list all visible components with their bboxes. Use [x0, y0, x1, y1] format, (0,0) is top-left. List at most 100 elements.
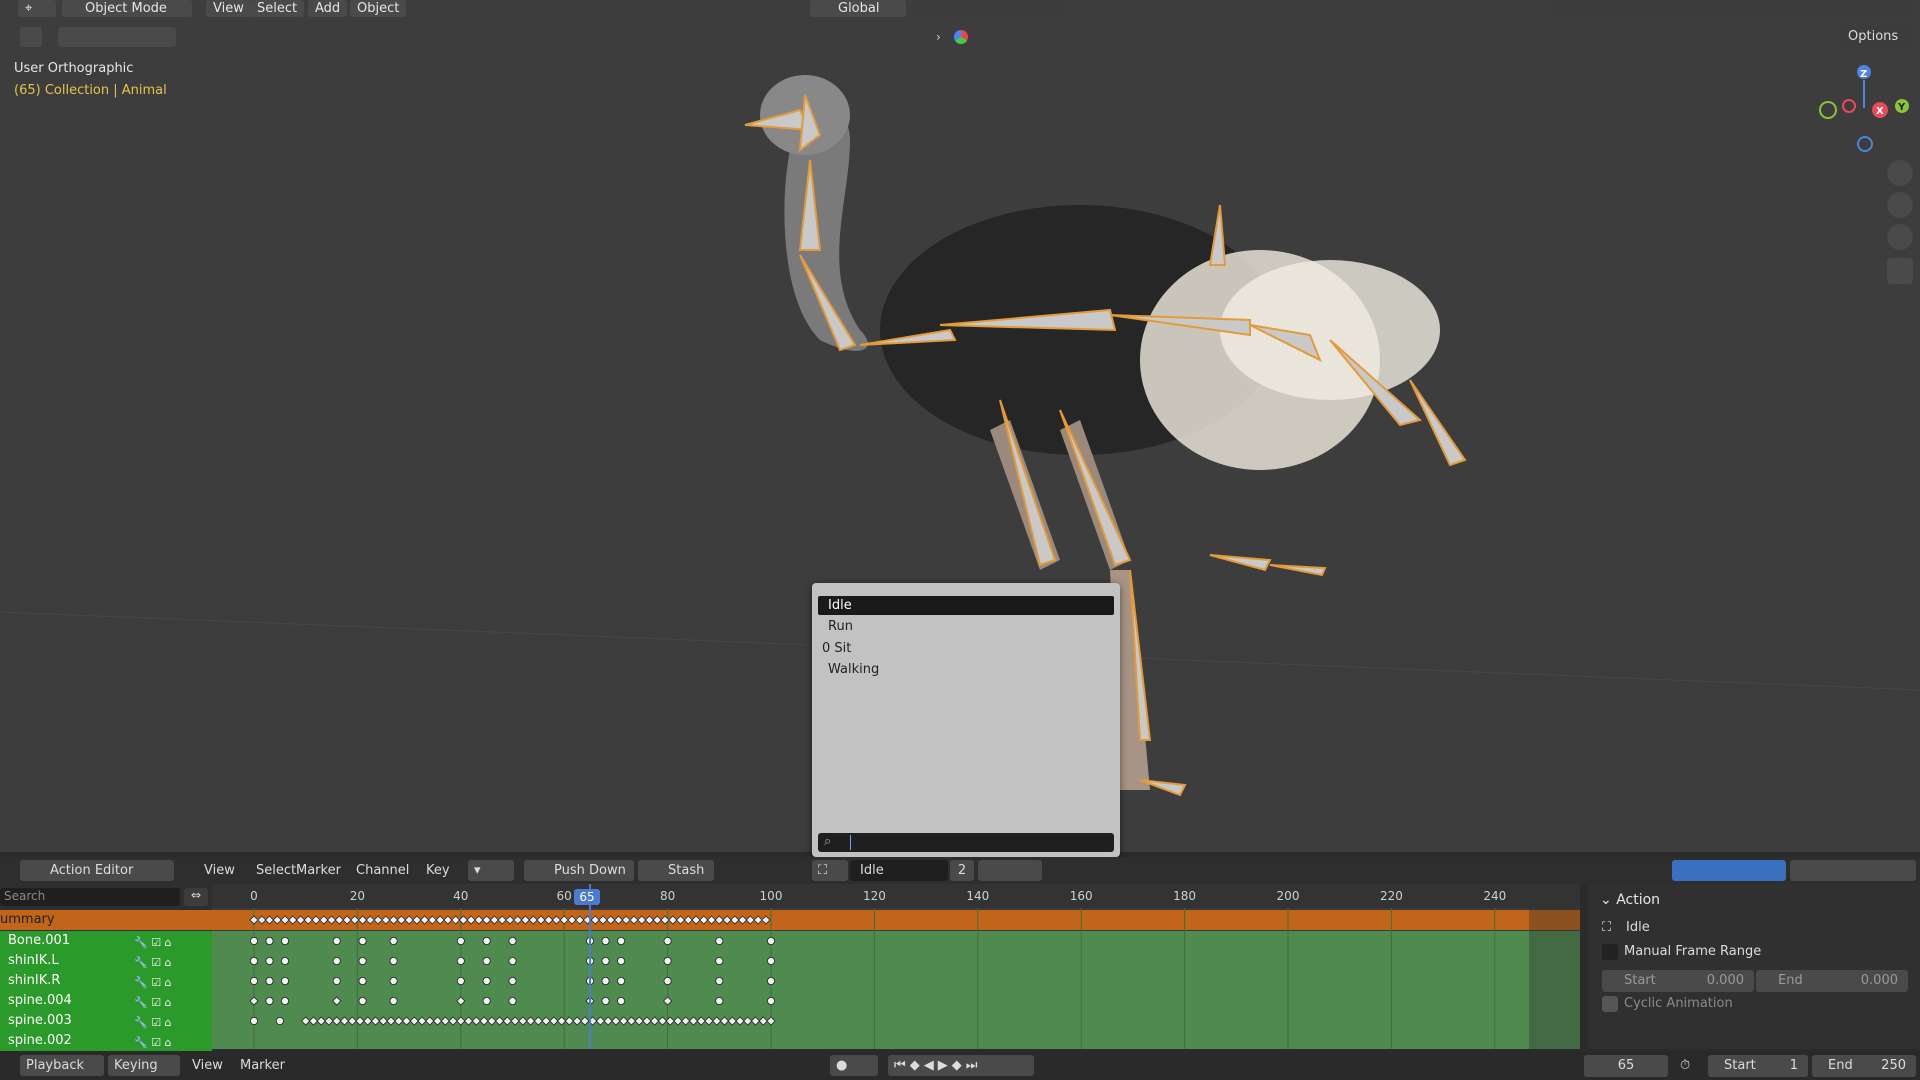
end-frame-field[interactable]: End 0.000 — [1756, 970, 1908, 992]
action-search-field[interactable]: ⌕ — [818, 833, 1114, 852]
keyframe-marker[interactable] — [456, 977, 465, 986]
action-browse-icon[interactable]: ⛶ — [812, 860, 848, 881]
keyframe-marker[interactable] — [767, 937, 776, 946]
viewport-shading-icons[interactable] — [1555, 0, 1915, 17]
keyframe-marker[interactable] — [715, 997, 724, 1006]
action-item-walking[interactable]: Walking — [818, 660, 1114, 679]
keyframe-marker[interactable] — [332, 977, 341, 986]
timeline-menu-marker[interactable]: Marker — [240, 1055, 285, 1076]
keyframe-marker[interactable] — [601, 997, 610, 1006]
record-icon[interactable]: ● — [830, 1055, 878, 1076]
channel-search-input[interactable]: Search — [0, 888, 180, 906]
stopwatch-icon[interactable]: ⏱ — [1680, 1055, 1704, 1076]
keyframe-marker[interactable] — [617, 957, 626, 966]
keyframe-marker[interactable] — [250, 977, 259, 986]
keyframe-marker[interactable] — [265, 977, 274, 986]
keyframe-marker[interactable] — [617, 937, 626, 946]
push-down-button[interactable]: Push Down — [524, 860, 634, 881]
ae-snapping-icons[interactable] — [1790, 860, 1916, 881]
ae-filter-icons[interactable] — [1672, 860, 1786, 881]
keyframe-marker[interactable] — [456, 937, 465, 946]
fake-user-new-unlink-icons[interactable] — [978, 860, 1042, 881]
keyframe-marker[interactable] — [332, 937, 341, 946]
keyframe-marker[interactable] — [281, 937, 290, 946]
keyframe-marker[interactable] — [767, 977, 776, 986]
keyframe-marker[interactable] — [358, 997, 367, 1006]
timeline-start-field[interactable]: Start 1 — [1708, 1055, 1808, 1077]
keyframe-marker[interactable] — [767, 957, 776, 966]
keyframe-marker[interactable] — [250, 937, 259, 946]
camera-icon[interactable] — [1887, 224, 1913, 250]
channel-toggle-icons[interactable]: 🔧 ☑ ⌂ 🔧 ☑ ⌂ 🔧 ☑ ⌂ 🔧 ☑ ⌂ 🔧 ☑ ⌂ 🔧 ☑ ⌂ — [134, 933, 198, 1049]
manual-frame-range-checkbox[interactable] — [1602, 944, 1618, 960]
orientation-dropdown[interactable]: Global — [810, 0, 906, 17]
current-frame-field[interactable]: 65 — [1584, 1055, 1668, 1077]
keyframe-marker[interactable] — [389, 977, 398, 986]
ae-menu-view[interactable]: View — [204, 860, 235, 881]
keyframe-marker[interactable] — [389, 937, 398, 946]
keyframe-marker[interactable] — [715, 937, 724, 946]
keyframe-marker[interactable] — [482, 937, 491, 946]
editor-type-icon[interactable]: ⌖ — [18, 0, 56, 17]
ae-menu-select[interactable]: Select — [256, 860, 296, 881]
keyframe-marker[interactable] — [715, 957, 724, 966]
keyframe-marker[interactable] — [265, 957, 274, 966]
keyframe-marker[interactable] — [508, 997, 517, 1006]
action-item-sit[interactable]: 0 Sit — [818, 639, 1114, 658]
keyframe-marker[interactable] — [250, 957, 259, 966]
tool-select-icon[interactable] — [20, 27, 42, 47]
keyframe-marker[interactable] — [663, 977, 672, 986]
mode-dropdown[interactable]: Object Mode — [62, 0, 192, 17]
keyframe-marker[interactable] — [601, 977, 610, 986]
action-item-idle[interactable]: Idle — [818, 596, 1114, 615]
menu-view[interactable]: View — [206, 0, 251, 17]
channel-summary[interactable]: ummary — [0, 910, 212, 930]
menu-object[interactable]: Object — [350, 0, 407, 17]
keyframe-marker[interactable] — [508, 977, 517, 986]
keyframe-marker[interactable] — [389, 997, 398, 1006]
keyframe-marker[interactable] — [617, 977, 626, 986]
grid-icon[interactable] — [1887, 258, 1913, 284]
keyframe-marker[interactable] — [508, 957, 517, 966]
pan-hand-icon[interactable] — [1887, 192, 1913, 218]
stash-button[interactable]: Stash — [638, 860, 714, 881]
timeline-end-field[interactable]: End 250 — [1812, 1055, 1916, 1077]
keyframe-marker[interactable] — [482, 997, 491, 1006]
keyframe-marker[interactable] — [281, 957, 290, 966]
filter-dropdown-icon[interactable]: ▾ — [468, 860, 514, 881]
keyframe-marker[interactable] — [601, 957, 610, 966]
dopesheet-area[interactable]: 0 20 40 60 80 100 120 140 160 180 200 220 240 65 — [212, 884, 1580, 1049]
keyframe-marker[interactable] — [358, 957, 367, 966]
keyframe-marker[interactable] — [482, 977, 491, 986]
action-name-field[interactable]: Idle — [850, 860, 948, 881]
action-item-run[interactable]: Run — [818, 617, 1114, 636]
keyframe-marker[interactable] — [456, 957, 465, 966]
select-mode-icons[interactable] — [58, 27, 176, 47]
chevron-right-icon[interactable]: › — [936, 30, 948, 44]
keyframe-marker[interactable] — [265, 937, 274, 946]
editor-mode-dropdown[interactable]: Action Editor — [20, 860, 174, 881]
options-button[interactable]: Options — [1840, 26, 1914, 48]
keyframe-marker[interactable] — [281, 997, 290, 1006]
keyframe-marker[interactable] — [332, 957, 341, 966]
action-users-count[interactable]: 2 — [950, 860, 974, 881]
keyframe-marker[interactable] — [250, 1016, 259, 1025]
keyframe-marker[interactable] — [265, 997, 274, 1006]
keyframe-marker[interactable] — [767, 997, 776, 1006]
keying-menu[interactable]: Keying — [108, 1055, 180, 1076]
keyframe-marker[interactable] — [663, 937, 672, 946]
keyframe-marker[interactable] — [358, 937, 367, 946]
snap-proportional-icons[interactable] — [914, 0, 1064, 17]
keyframe-marker[interactable] — [617, 997, 626, 1006]
keyframe-marker[interactable] — [508, 937, 517, 946]
ae-menu-channel[interactable]: Channel — [356, 860, 409, 881]
keyframe-marker[interactable] — [358, 977, 367, 986]
playback-controls[interactable]: ⏮◆◀▶◆⏭ — [888, 1055, 1034, 1076]
zoom-icon[interactable] — [1887, 160, 1913, 186]
start-frame-field[interactable]: Start 0.000 — [1602, 970, 1754, 992]
keyframe-marker[interactable] — [663, 957, 672, 966]
keyframe-marker[interactable] — [482, 957, 491, 966]
playback-menu[interactable]: Playback — [20, 1055, 104, 1076]
ae-menu-marker[interactable]: Marker — [296, 860, 341, 881]
swap-arrows-icon[interactable]: ⇔ — [184, 888, 208, 906]
